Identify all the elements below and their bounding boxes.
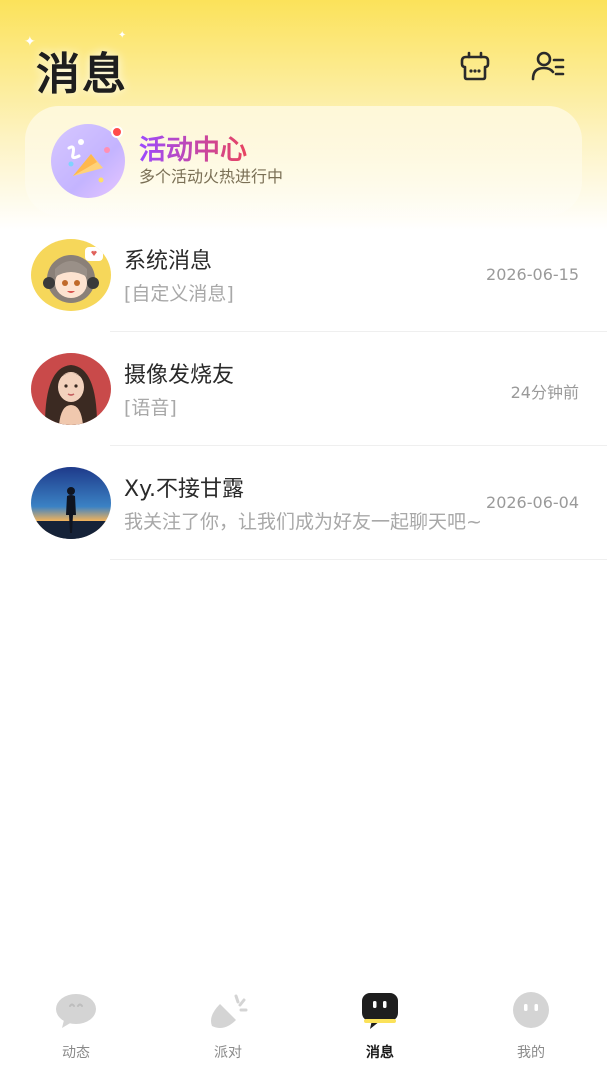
activity-title: 活动中心 <box>139 128 247 167</box>
sunset-silhouette-avatar <box>31 467 111 539</box>
message-icon <box>358 990 402 1030</box>
activity-subtitle: 多个活动火热进行中 <box>139 167 284 186</box>
notification-dot <box>111 126 123 138</box>
list-item[interactable]: 摄像发烧友 [语音] 24分钟前 <box>0 332 607 446</box>
divider <box>110 559 607 560</box>
party-horn-icon <box>206 990 250 1030</box>
woman-portrait-avatar <box>31 353 111 425</box>
contact-name: 系统消息 <box>124 249 213 274</box>
shop-icon[interactable] <box>457 48 493 84</box>
tab-messages[interactable]: 消息 <box>330 988 430 1068</box>
contact-name: Xy.不接甘露 <box>124 477 244 502</box>
activity-center-card[interactable]: 活动中心 多个活动火热进行中 <box>25 106 582 216</box>
list-item[interactable]: 系统消息 [自定义消息] 2026-06-15 <box>0 218 607 332</box>
anime-girl-avatar <box>31 239 111 311</box>
message-time: 2026-06-15 <box>486 265 579 284</box>
message-list: 系统消息 [自定义消息] 2026-06-15 摄像发烧友 [语音] 24分钟前 <box>0 218 607 560</box>
message-time: 2026-06-04 <box>486 493 579 512</box>
tab-label: 我的 <box>517 1045 545 1061</box>
tab-party[interactable]: 派对 <box>178 988 278 1068</box>
sparkle-icon: ✦ <box>24 34 36 50</box>
message-preview: 我关注了你，让我们成为好友一起聊天吧~ <box>124 511 482 533</box>
list-item[interactable]: Xy.不接甘露 我关注了你，让我们成为好友一起聊天吧~ 2026-06-04 <box>0 446 607 560</box>
message-preview: [语音] <box>124 397 177 419</box>
tab-label: 派对 <box>214 1045 242 1061</box>
party-popper-icon <box>51 124 125 198</box>
contact-name: 摄像发烧友 <box>124 363 235 388</box>
header: ✦ ✦ 消息 <box>0 0 607 105</box>
face-icon <box>509 990 553 1030</box>
page-title: 消息 <box>36 49 128 100</box>
tab-label: 消息 <box>366 1045 394 1061</box>
contacts-icon[interactable] <box>530 48 566 84</box>
tab-label: 动态 <box>62 1045 90 1061</box>
tab-me[interactable]: 我的 <box>481 988 581 1068</box>
message-preview: [自定义消息] <box>124 283 234 305</box>
bottom-tab-bar: 动态 派对 消息 我的 <box>0 980 607 1080</box>
message-time: 24分钟前 <box>510 383 579 402</box>
bubble-icon <box>54 990 98 1030</box>
tab-dynamics[interactable]: 动态 <box>26 988 126 1068</box>
